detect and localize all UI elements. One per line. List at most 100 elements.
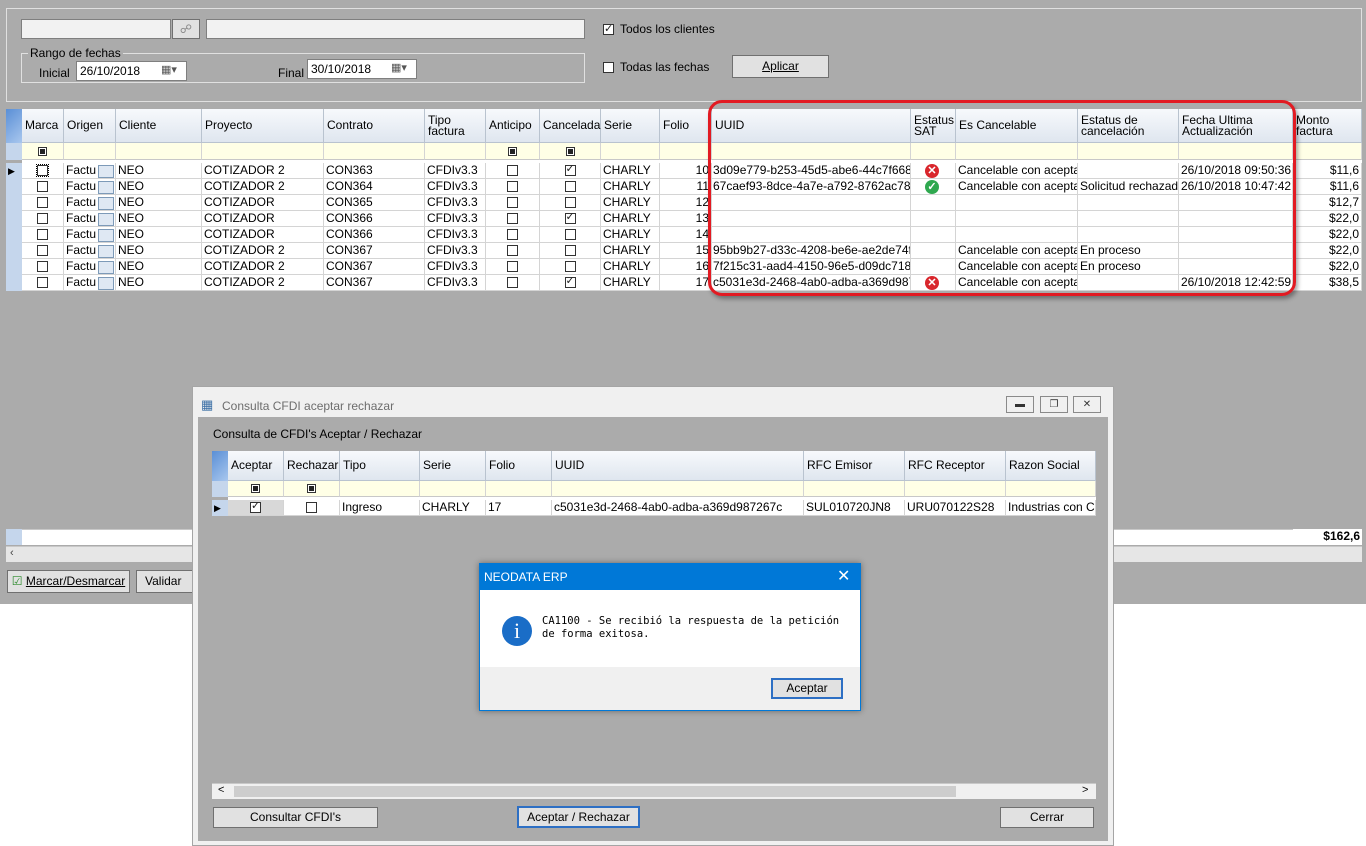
aceptar-checkbox[interactable] — [250, 500, 261, 513]
filter-cell[interactable] — [486, 481, 552, 497]
column-header[interactable]: UUID — [552, 451, 804, 481]
todas-fechas-checkbox[interactable] — [603, 62, 614, 73]
column-header[interactable]: Tipo — [340, 451, 420, 481]
row-checkbox[interactable] — [507, 213, 518, 224]
column-header[interactable]: Serie — [601, 109, 660, 143]
column-header[interactable]: Serie — [420, 451, 486, 481]
row-selector[interactable] — [6, 179, 22, 195]
row-checkbox[interactable] — [37, 229, 48, 240]
column-header[interactable]: Monto factura — [1293, 109, 1362, 143]
column-header[interactable]: Es Cancelable — [956, 109, 1078, 143]
row-checkbox[interactable] — [507, 277, 518, 288]
column-header[interactable]: Rechazar — [284, 451, 340, 481]
column-header[interactable]: Fecha Ultima Actualización — [1179, 109, 1293, 143]
scroll-thumb[interactable] — [234, 786, 956, 797]
column-header[interactable]: Marca — [22, 109, 64, 143]
filter-cell[interactable] — [22, 143, 64, 160]
client-name-input[interactable] — [206, 19, 585, 39]
row-checkbox[interactable] — [507, 181, 518, 192]
grid-cell[interactable] — [22, 211, 64, 227]
grid-cell[interactable] — [540, 195, 601, 211]
row-selector[interactable] — [6, 275, 22, 291]
document-preview-icon[interactable] — [98, 213, 114, 226]
filter-cell[interactable] — [1179, 143, 1293, 160]
column-header[interactable]: Cancelada — [540, 109, 601, 143]
column-header[interactable]: Proyecto — [202, 109, 324, 143]
row-checkbox[interactable] — [37, 197, 48, 208]
grid-cell[interactable] — [22, 275, 64, 291]
cerrar-button[interactable]: Cerrar — [1000, 807, 1094, 828]
current-row-arrow-icon[interactable]: ▶ — [6, 163, 22, 179]
client-code-input[interactable] — [21, 19, 171, 39]
column-header[interactable]: RFC Receptor — [905, 451, 1006, 481]
filter-cell[interactable] — [420, 481, 486, 497]
scroll-left-icon[interactable]: ‹ — [10, 547, 14, 559]
column-header[interactable]: Tipo factura — [425, 109, 486, 143]
document-preview-icon[interactable] — [98, 197, 114, 210]
column-header[interactable]: Anticipo — [486, 109, 540, 143]
fecha-final-picker[interactable]: 30/10/2018 ▦▾ — [307, 59, 417, 79]
row-selector[interactable] — [6, 195, 22, 211]
row-checkbox[interactable] — [564, 181, 576, 192]
grid-cell[interactable] — [486, 163, 540, 179]
filter-cell[interactable] — [425, 143, 486, 160]
rechazar-checkbox[interactable] — [306, 502, 317, 513]
row-checkbox[interactable] — [36, 164, 49, 177]
message-ok-button[interactable]: Aceptar — [771, 678, 843, 699]
aplicar-button[interactable]: Aplicar — [732, 55, 829, 78]
document-preview-icon[interactable] — [98, 165, 114, 178]
filter-cell[interactable] — [228, 481, 284, 497]
row-checkbox[interactable] — [564, 211, 576, 224]
row-selector[interactable] — [6, 259, 22, 275]
document-preview-icon[interactable] — [98, 181, 114, 194]
filter-cell[interactable] — [552, 481, 804, 497]
search-client-button[interactable]: ☍ — [172, 19, 200, 39]
row-checkbox[interactable] — [507, 245, 518, 256]
grid-cell[interactable] — [540, 243, 601, 259]
document-preview-icon[interactable] — [98, 261, 114, 274]
grid-cell[interactable] — [540, 275, 601, 291]
grid-cell[interactable] — [486, 243, 540, 259]
close-icon[interactable]: ✕ — [837, 566, 850, 586]
validar-button[interactable]: Validar co — [136, 570, 196, 593]
filter-checkbox[interactable] — [251, 484, 260, 493]
scroll-right-icon[interactable]: > — [1082, 784, 1088, 796]
grid-cell[interactable] — [540, 163, 601, 179]
filter-cell[interactable] — [1293, 143, 1362, 160]
column-header[interactable]: Razon Social — [1006, 451, 1096, 481]
filter-checkbox[interactable] — [565, 147, 575, 156]
todos-clientes-checkbox[interactable] — [603, 22, 614, 35]
filter-cell[interactable] — [1006, 481, 1096, 497]
scroll-left-icon[interactable]: < — [218, 784, 224, 796]
filter-cell[interactable] — [64, 143, 116, 160]
filter-cell[interactable] — [660, 143, 712, 160]
grid-cell[interactable] — [486, 211, 540, 227]
column-header[interactable]: Aceptar — [228, 451, 284, 481]
aceptar-rechazar-button[interactable]: Aceptar / Rechazar — [517, 806, 640, 828]
row-selector[interactable] — [6, 211, 22, 227]
grid-cell[interactable] — [22, 163, 64, 179]
filter-cell[interactable] — [540, 143, 601, 160]
grid-cell[interactable] — [22, 243, 64, 259]
row-checkbox[interactable] — [564, 229, 576, 240]
column-header[interactable]: Origen — [64, 109, 116, 143]
calendar-dropdown-icon[interactable]: ▦▾ — [391, 61, 407, 74]
row-checkbox[interactable] — [564, 163, 576, 176]
grid-cell[interactable] — [284, 500, 340, 516]
grid-cell[interactable] — [22, 179, 64, 195]
filter-cell[interactable] — [601, 143, 660, 160]
filter-cell[interactable] — [284, 481, 340, 497]
grid-cell[interactable] — [22, 259, 64, 275]
row-checkbox[interactable] — [564, 245, 576, 256]
column-header[interactable]: RFC Emisor — [804, 451, 905, 481]
grid-cell[interactable] — [486, 275, 540, 291]
column-header[interactable]: Estatus SAT — [911, 109, 956, 143]
filter-cell[interactable] — [116, 143, 202, 160]
filter-checkbox[interactable] — [307, 484, 316, 493]
dialog-horizontal-scrollbar[interactable]: < > — [212, 783, 1096, 799]
filter-cell[interactable] — [324, 143, 425, 160]
column-header[interactable]: Estatus de cancelación — [1078, 109, 1179, 143]
filter-cell[interactable] — [202, 143, 324, 160]
filter-cell[interactable] — [804, 481, 905, 497]
filter-cell[interactable] — [911, 143, 956, 160]
